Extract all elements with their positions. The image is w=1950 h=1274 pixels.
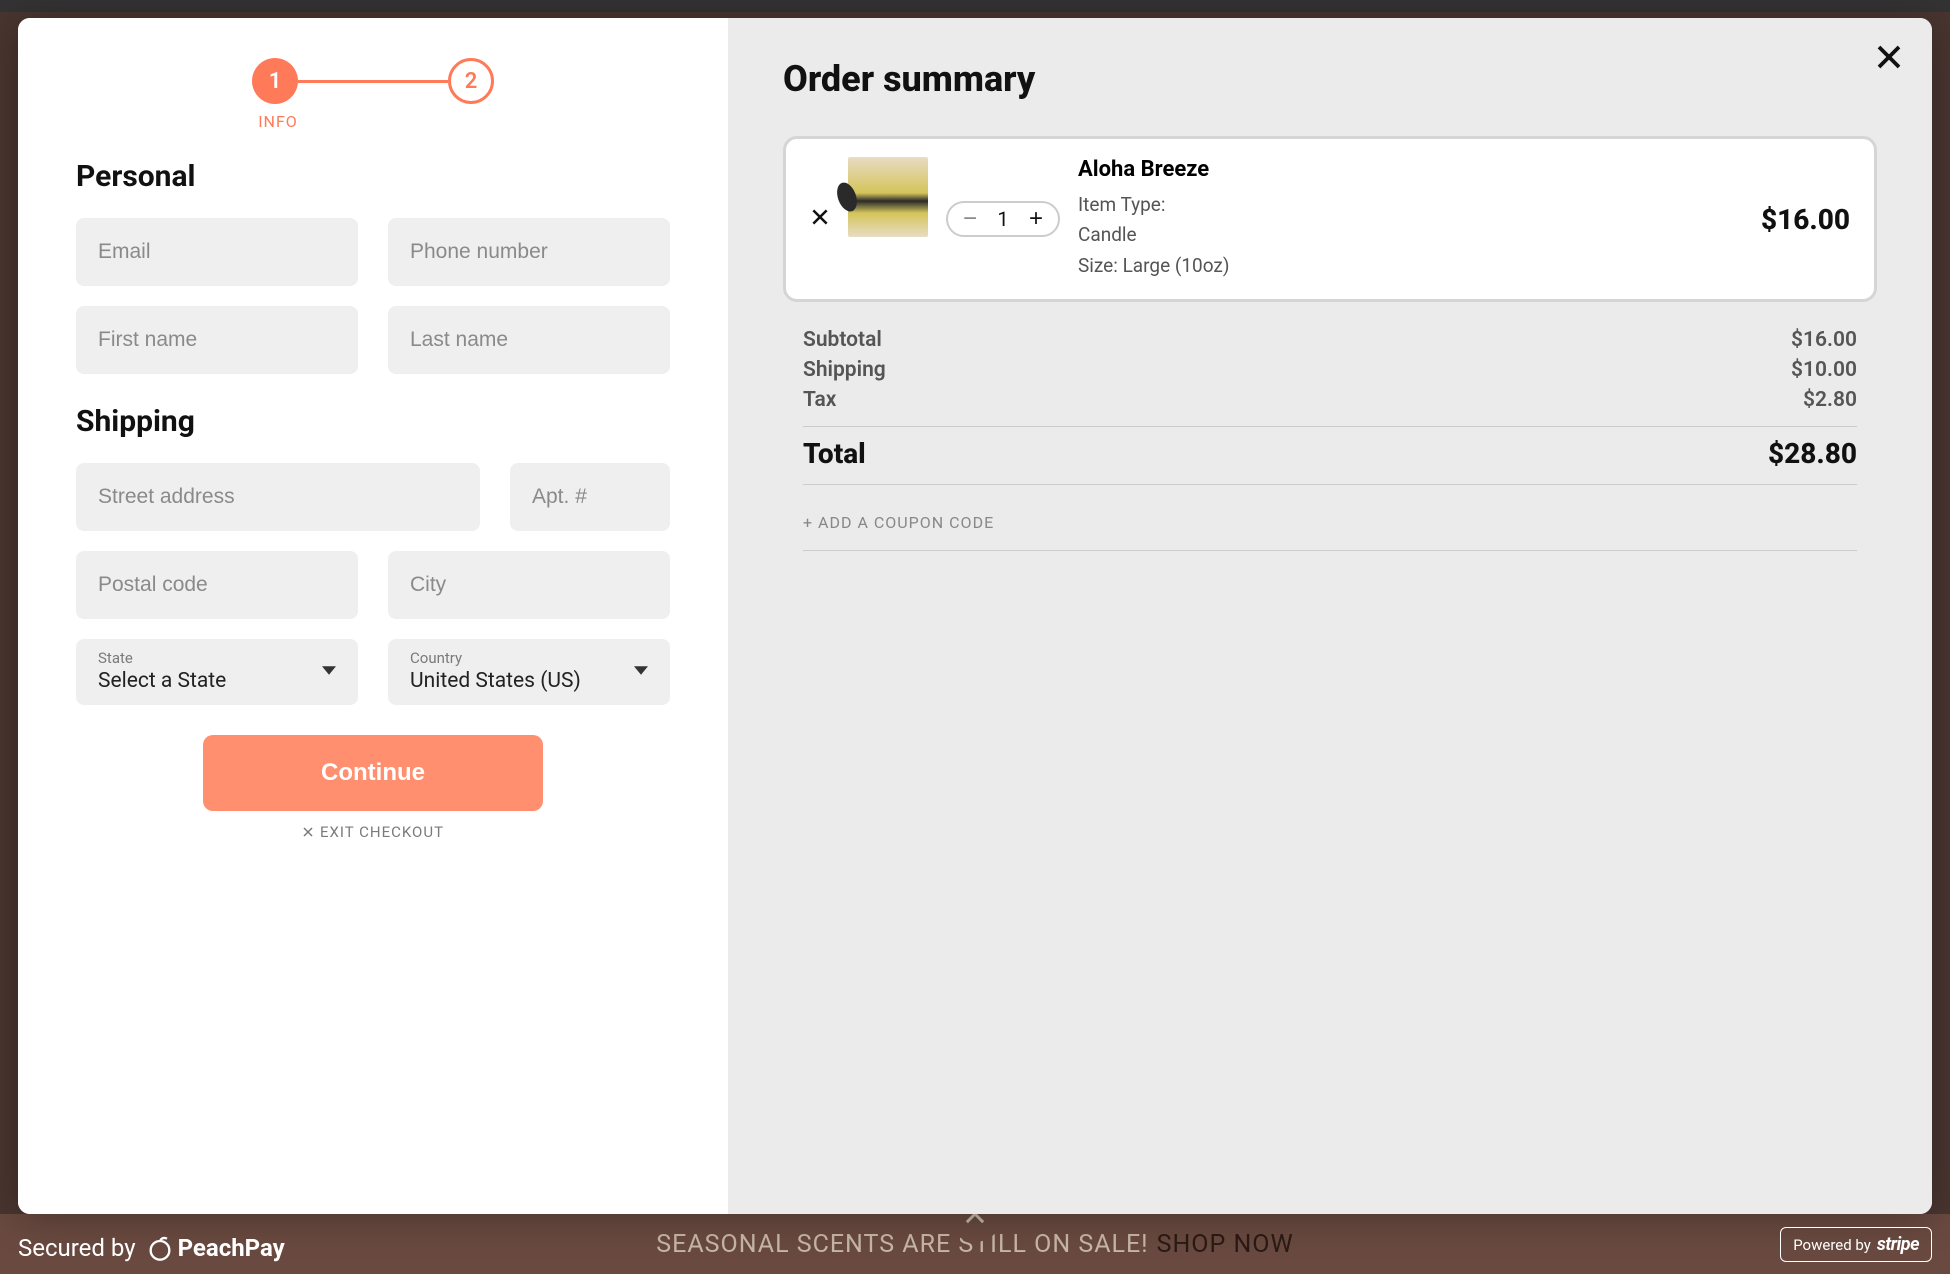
- qty-plus-button[interactable]: +: [1024, 207, 1048, 231]
- first-name-field[interactable]: [76, 306, 358, 374]
- exit-checkout-link[interactable]: EXIT CHECKOUT: [76, 823, 670, 841]
- item-price: $16.00: [1761, 203, 1850, 236]
- close-icon: [810, 207, 830, 227]
- order-summary-panel: Order summary − 1 + Aloha Breeze Item Ty…: [728, 18, 1932, 1214]
- powered-by-label: Powered by: [1793, 1236, 1871, 1254]
- checkout-form-panel: 1 2 INFO Personal Shipping State Select …: [18, 18, 728, 1214]
- divider: [803, 484, 1857, 485]
- item-type-value: Candle: [1078, 220, 1743, 250]
- personal-heading: Personal: [76, 159, 670, 194]
- step-2[interactable]: 2: [448, 58, 494, 104]
- step-1[interactable]: 1: [252, 58, 298, 104]
- subtotal-label: Subtotal: [803, 328, 882, 352]
- exit-checkout-label: EXIT CHECKOUT: [320, 823, 444, 841]
- apt-field[interactable]: [510, 463, 670, 531]
- secured-by-label: Secured by: [18, 1234, 136, 1262]
- peachpay-logo: PeachPay: [146, 1234, 285, 1262]
- item-type-label: Item Type:: [1078, 190, 1743, 220]
- remove-item-button[interactable]: [810, 207, 830, 231]
- stripe-logo: stripe: [1877, 1234, 1919, 1255]
- close-icon: [1874, 42, 1904, 72]
- qty-value: 1: [996, 207, 1010, 231]
- quantity-stepper: − 1 +: [946, 201, 1060, 237]
- tax-value: $2.80: [1803, 388, 1857, 412]
- phone-field[interactable]: [388, 218, 670, 286]
- add-coupon-link[interactable]: + ADD A COUPON CODE: [803, 495, 1857, 551]
- shipping-heading: Shipping: [76, 404, 670, 439]
- secured-by-badge: Secured by PeachPay: [18, 1234, 285, 1262]
- tax-label: Tax: [803, 388, 836, 412]
- last-name-field[interactable]: [388, 306, 670, 374]
- email-field[interactable]: [76, 218, 358, 286]
- peach-icon: [146, 1234, 174, 1262]
- step-label: INFO: [76, 112, 670, 131]
- backdrop-top-bar: [0, 0, 1950, 12]
- divider: [803, 426, 1857, 427]
- checkout-modal: 1 2 INFO Personal Shipping State Select …: [18, 18, 1932, 1214]
- country-select[interactable]: Country United States (US): [388, 639, 670, 705]
- country-label: Country: [410, 649, 648, 667]
- qty-minus-button[interactable]: −: [958, 207, 982, 231]
- total-value: $28.80: [1768, 437, 1857, 470]
- order-summary-heading: Order summary: [783, 58, 1877, 100]
- state-select[interactable]: State Select a State: [76, 639, 358, 705]
- total-label: Total: [803, 437, 866, 470]
- item-size: Size: Large (10oz): [1078, 251, 1743, 281]
- order-item: − 1 + Aloha Breeze Item Type: Candle Siz…: [783, 136, 1877, 302]
- stepper: 1 2: [76, 58, 670, 104]
- chevron-down-icon: [322, 663, 336, 682]
- item-info: Aloha Breeze Item Type: Candle Size: Lar…: [1078, 157, 1743, 281]
- chevron-down-icon: [634, 663, 648, 682]
- close-icon: [302, 826, 314, 838]
- totals-block: Subtotal $16.00 Shipping $10.00 Tax $2.8…: [783, 328, 1877, 551]
- product-thumbnail: [848, 157, 928, 237]
- city-field[interactable]: [388, 551, 670, 619]
- continue-button[interactable]: Continue: [203, 735, 543, 811]
- street-field[interactable]: [76, 463, 480, 531]
- shipping-label: Shipping: [803, 358, 886, 382]
- postal-field[interactable]: [76, 551, 358, 619]
- item-name: Aloha Breeze: [1078, 157, 1743, 182]
- country-value: United States (US): [410, 669, 648, 693]
- close-modal-button[interactable]: [1874, 42, 1904, 76]
- banner-sale-text: SEASONAL SCENTS ARE STILL ON SALE!: [656, 1230, 1148, 1259]
- powered-by-stripe-badge: Powered by stripe: [1780, 1227, 1932, 1262]
- state-label: State: [98, 649, 336, 667]
- subtotal-value: $16.00: [1791, 328, 1857, 352]
- promo-banner: SEASONAL SCENTS ARE STILL ON SALE! SHOP …: [0, 1214, 1950, 1274]
- banner-shop-link[interactable]: SHOP NOW: [1157, 1230, 1294, 1259]
- shipping-value: $10.00: [1791, 358, 1857, 382]
- step-connector: [298, 80, 448, 83]
- state-value: Select a State: [98, 669, 336, 693]
